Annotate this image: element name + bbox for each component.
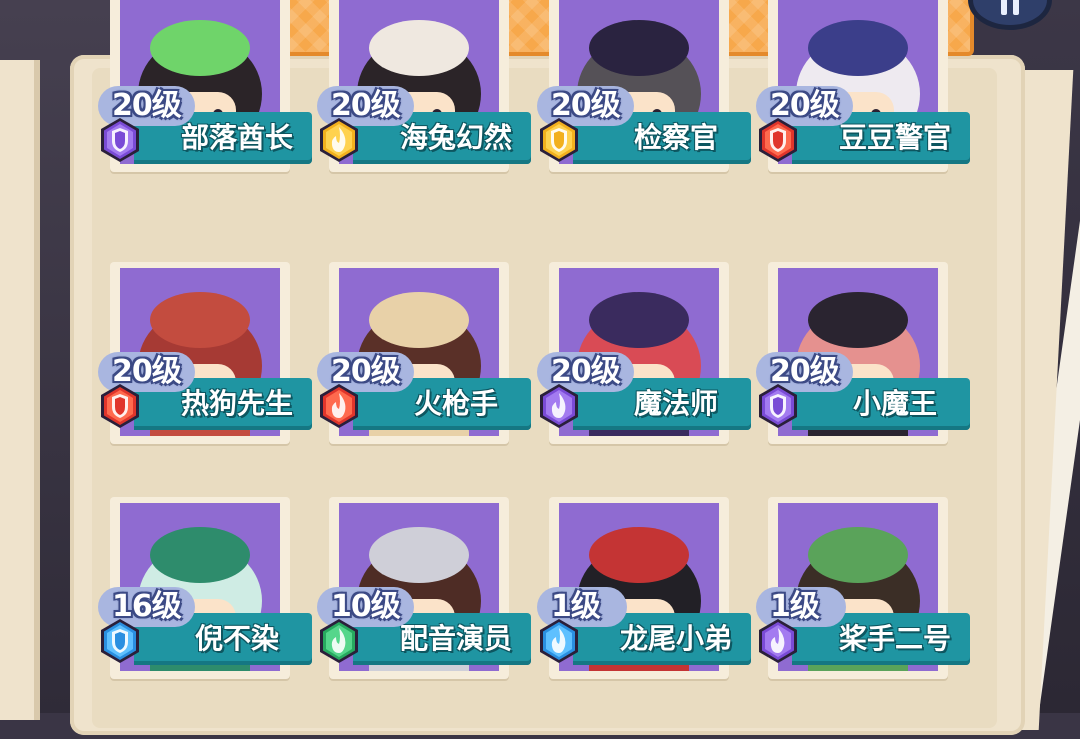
character-card[interactable]: 小魔王 20级	[756, 262, 970, 504]
pause-icon	[1001, 0, 1007, 15]
shield-icon	[101, 118, 139, 162]
flame-icon	[320, 118, 358, 162]
book-left-edge	[0, 60, 40, 720]
character-card[interactable]: 部落酋长 20级	[98, 0, 312, 238]
character-name: 桨手二号	[838, 622, 951, 655]
flame-icon	[320, 384, 358, 428]
character-card[interactable]: 豆豆警官 20级	[756, 0, 970, 238]
character-card[interactable]: 龙尾小弟 1级	[537, 497, 751, 739]
character-card[interactable]: 配音演员 10级	[317, 497, 531, 739]
character-card[interactable]: 检察官 20级	[537, 0, 751, 238]
shield-icon	[759, 384, 797, 428]
shield-icon	[101, 619, 139, 663]
flame-icon	[320, 619, 358, 663]
character-card[interactable]: 热狗先生 20级	[98, 262, 312, 504]
shield-icon	[759, 118, 797, 162]
shield-icon	[540, 118, 578, 162]
flame-icon	[759, 619, 797, 663]
character-card[interactable]: 桨手二号 1级	[756, 497, 970, 739]
character-card[interactable]: 魔法师 20级	[537, 262, 751, 504]
character-name: 龙尾小弟	[619, 622, 732, 655]
flame-icon	[540, 619, 578, 663]
character-card[interactable]: 海兔幻然 20级	[317, 0, 531, 238]
shield-icon	[101, 384, 139, 428]
character-card[interactable]: 倪不染 16级	[98, 497, 312, 739]
flame-icon	[540, 384, 578, 428]
character-card[interactable]: 火枪手 20级	[317, 262, 531, 504]
